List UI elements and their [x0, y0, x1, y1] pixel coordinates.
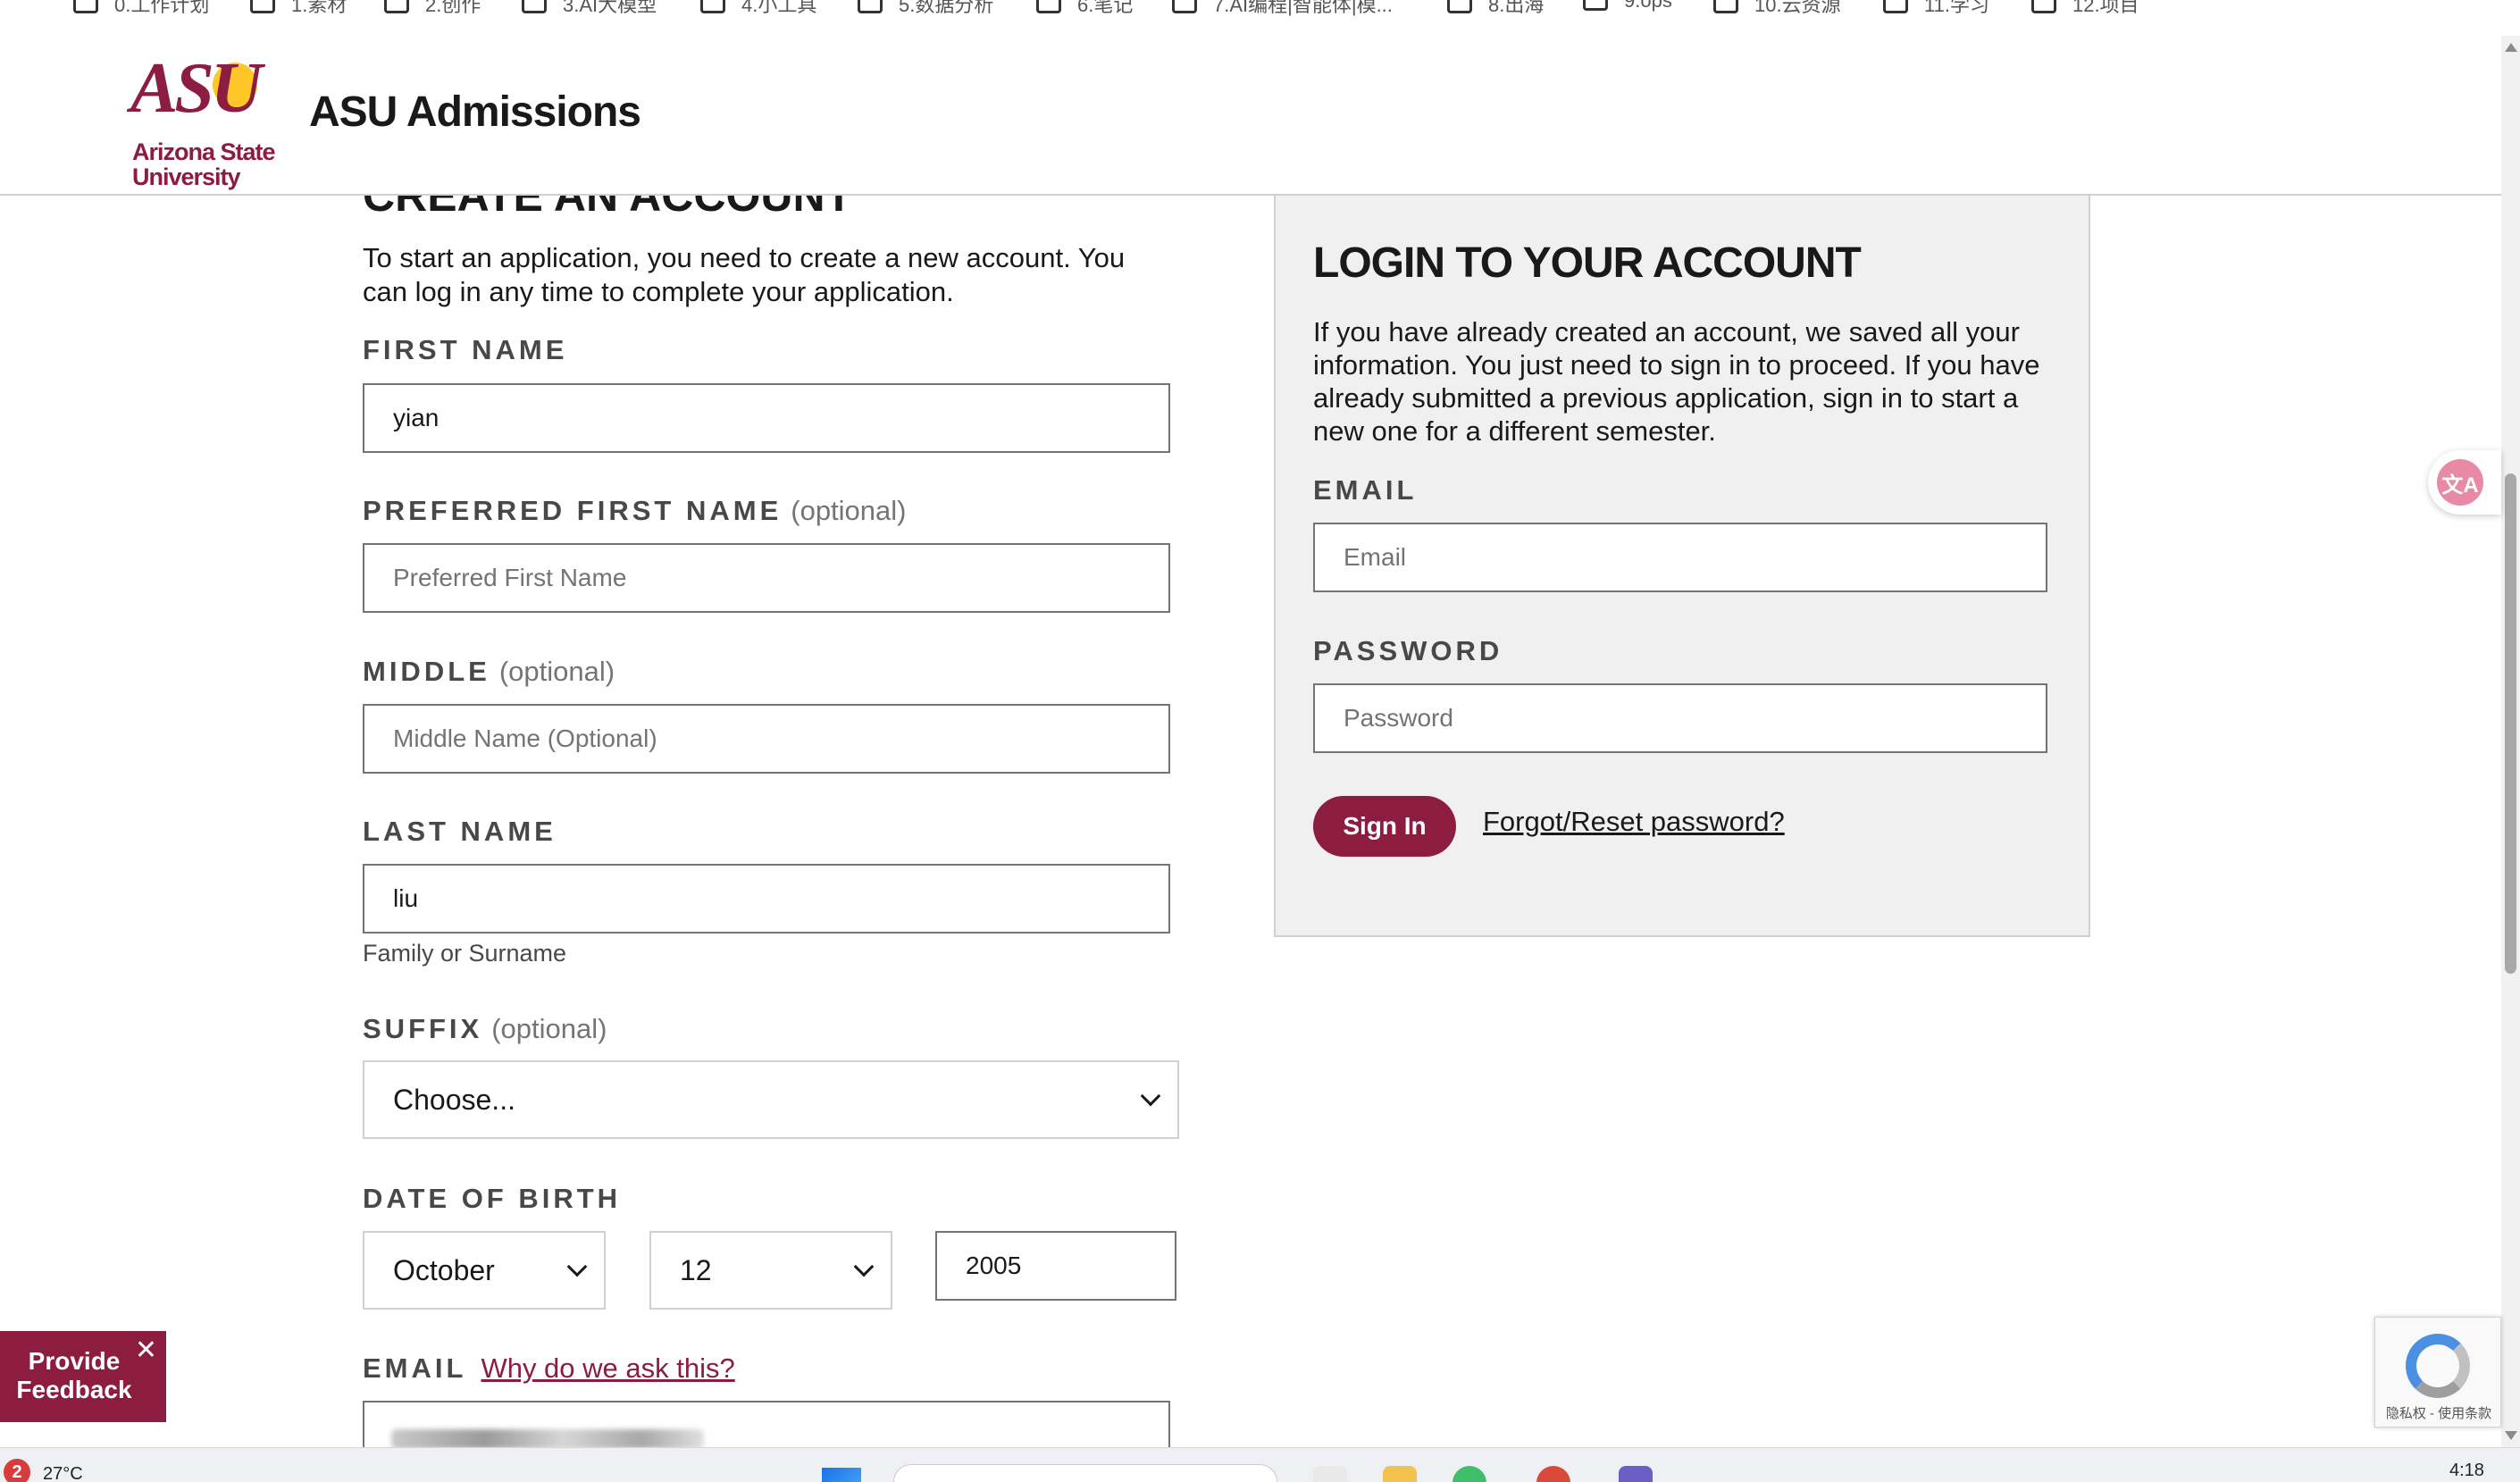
os-taskbar: 2 27°C 4:18	[0, 1447, 2520, 1482]
dob-day-value: 12	[680, 1253, 712, 1286]
sign-in-button[interactable]: Sign In	[1313, 796, 1456, 857]
last-name-label: LAST NAME	[363, 816, 557, 847]
browser-app-icon[interactable]	[1536, 1466, 1570, 1482]
provide-feedback-label: Provide Feedback	[16, 1347, 132, 1403]
chevron-down-icon	[1140, 1085, 1161, 1107]
dob-month-value: October	[393, 1253, 495, 1286]
folder-icon	[858, 0, 883, 13]
chevron-down-icon	[853, 1256, 875, 1277]
login-panel: LOGIN TO YOUR ACCOUNT If you have alread…	[1274, 196, 2090, 937]
dob-month-select[interactable]: October	[363, 1231, 606, 1310]
logo-mark: ASU	[130, 49, 263, 128]
login-heading: LOGIN TO YOUR ACCOUNT	[1313, 239, 1862, 287]
scroll-up-icon[interactable]	[2505, 43, 2517, 52]
bookmark-folder[interactable]: 2.创作	[384, 0, 481, 18]
scroll-down-icon[interactable]	[2505, 1431, 2517, 1440]
bookmark-folder[interactable]: 0.工作计划	[73, 0, 209, 18]
folder-app-icon[interactable]	[1383, 1466, 1417, 1482]
last-name-input[interactable]	[363, 864, 1170, 934]
suffix-select[interactable]: Choose...	[363, 1060, 1179, 1139]
app-icon[interactable]	[1313, 1466, 1347, 1482]
bookmark-folder[interactable]: 4.小工具	[700, 0, 816, 18]
recaptcha-badge[interactable]: 隐私权 - 使用条款	[2374, 1317, 2501, 1428]
folder-icon	[1883, 0, 1908, 13]
weather-badge-icon[interactable]: 2	[4, 1459, 30, 1482]
recaptcha-icon	[2406, 1334, 2470, 1398]
recaptcha-legal[interactable]: 隐私权 - 使用条款	[2375, 1403, 2502, 1422]
taskbar-search[interactable]	[893, 1464, 1277, 1482]
page-scrollbar[interactable]	[2501, 36, 2520, 1447]
login-email-input[interactable]	[1313, 523, 2047, 592]
middle-name-input[interactable]	[363, 704, 1170, 774]
folder-icon	[384, 0, 409, 13]
folder-icon	[522, 0, 547, 13]
folder-icon	[1583, 0, 1608, 11]
site-title[interactable]: ASU Admissions	[309, 88, 641, 137]
chat-app-icon[interactable]	[1453, 1466, 1486, 1482]
logo-name: Arizona State University	[132, 138, 276, 190]
first-name-input[interactable]	[363, 383, 1170, 453]
folder-icon	[250, 0, 275, 13]
bookmark-folder[interactable]: 6.笔记	[1036, 0, 1133, 18]
why-do-we-ask-link[interactable]: Why do we ask this?	[481, 1352, 734, 1384]
login-intro: If you have already created an account, …	[1313, 316, 2040, 447]
folder-icon	[73, 0, 98, 13]
folder-icon	[1172, 0, 1197, 13]
taskbar-clock[interactable]: 4:18	[2449, 1461, 2484, 1481]
bookmark-folder[interactable]: 9.ops	[1583, 0, 1672, 13]
preferred-first-name-input[interactable]	[363, 543, 1170, 613]
date-of-birth-label: DATE OF BIRTH	[363, 1183, 622, 1214]
login-password-label: PASSWORD	[1313, 635, 1503, 666]
bookmark-folder[interactable]: 5.数据分析	[858, 0, 993, 18]
email-label: EMAIL Why do we ask this?	[363, 1352, 735, 1384]
dob-year-input[interactable]: 2005	[935, 1231, 1176, 1301]
folder-icon	[1713, 0, 1738, 13]
chevron-down-icon	[566, 1256, 588, 1277]
bookmark-folder[interactable]: 12.项目	[2031, 0, 2139, 18]
preferred-first-name-label: PREFERRED FIRST NAME (optional)	[363, 495, 907, 526]
bookmark-folder[interactable]: 1.素材	[250, 0, 347, 18]
create-account-intro: To start an application, you need to cre…	[363, 242, 1126, 307]
app-icon[interactable]	[1619, 1466, 1653, 1482]
folder-icon	[2031, 0, 2056, 13]
bookmark-folder[interactable]: 11.学习	[1883, 0, 1989, 18]
bookmark-folder[interactable]: 10.云资源	[1713, 0, 1841, 18]
suffix-select-value: Choose...	[393, 1083, 515, 1116]
first-name-label: FIRST NAME	[363, 334, 568, 365]
translate-button[interactable]: 文A	[2428, 450, 2501, 515]
bookmarks-bar: 0.工作计划 1.素材 2.创作 3.AI大模型 4.小工具 5.数据分析 6.…	[0, 0, 2520, 36]
translate-icon: 文A	[2437, 459, 2483, 506]
bookmark-folder[interactable]: 3.AI大模型	[522, 0, 657, 18]
middle-name-label: MIDDLE (optional)	[363, 656, 615, 687]
provide-feedback-tab[interactable]: Provide Feedback ✕	[0, 1331, 166, 1422]
folder-icon	[1447, 0, 1472, 13]
asu-logo[interactable]: ASU Arizona State University	[130, 49, 282, 189]
bookmark-folder[interactable]: 7.AI编程|智能体|模...	[1172, 0, 1393, 18]
windows-start-icon[interactable]	[822, 1468, 861, 1482]
folder-icon	[700, 0, 725, 13]
login-email-label: EMAIL	[1313, 474, 1418, 506]
close-icon[interactable]: ✕	[135, 1335, 157, 1366]
folder-icon	[1036, 0, 1061, 13]
scrollbar-thumb[interactable]	[2505, 473, 2516, 974]
bookmark-folder[interactable]: 8.出海	[1447, 0, 1544, 18]
suffix-label: SUFFIX (optional)	[363, 1013, 607, 1044]
site-header: ASU Arizona State University ASU Admissi…	[0, 36, 2501, 196]
blurred-email-value	[391, 1429, 704, 1449]
weather-temperature[interactable]: 27°C	[43, 1464, 83, 1482]
dob-day-select[interactable]: 12	[649, 1231, 892, 1310]
login-password-input[interactable]	[1313, 683, 2047, 753]
last-name-hint: Family or Surname	[363, 940, 567, 967]
forgot-password-link[interactable]: Forgot/Reset password?	[1483, 806, 1785, 838]
